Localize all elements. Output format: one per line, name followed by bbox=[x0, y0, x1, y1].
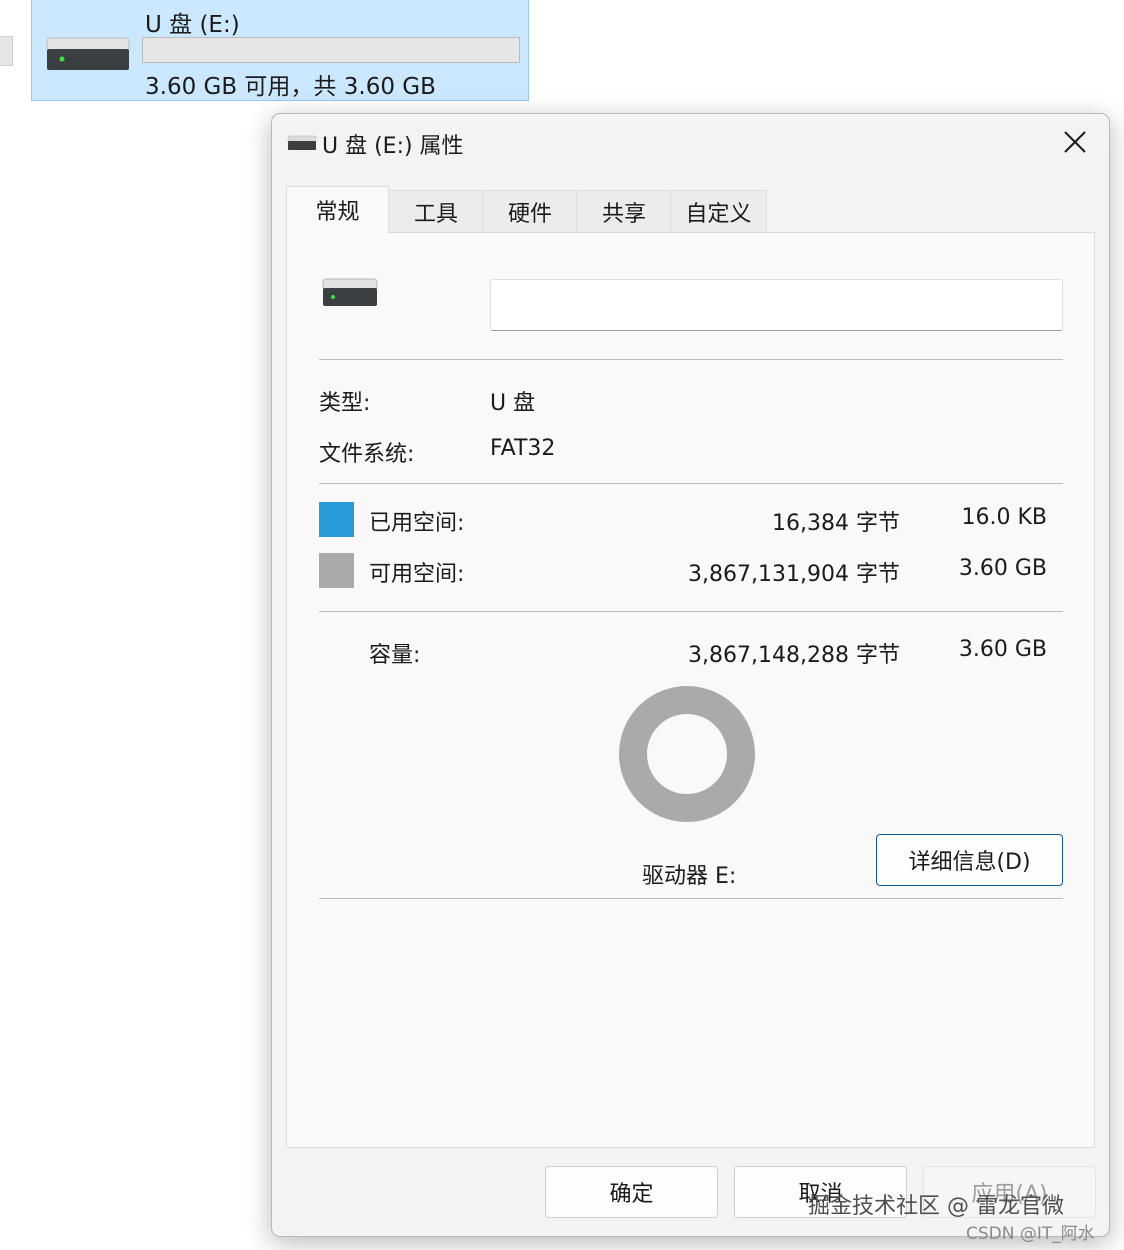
explorer-edge bbox=[0, 36, 13, 66]
watermark-juejin: 掘金技术社区 @ 雷龙官微 bbox=[808, 1194, 1064, 1219]
capacity-bytes: 3,867,148,288 字节 bbox=[688, 643, 900, 668]
details-button[interactable]: 详细信息(D) bbox=[876, 834, 1063, 886]
free-space-swatch bbox=[319, 553, 354, 588]
watermark-csdn: CSDN @IT_阿水 bbox=[966, 1224, 1095, 1244]
drive-icon bbox=[46, 37, 130, 70]
donut-free-ring bbox=[619, 686, 755, 822]
close-icon bbox=[1064, 131, 1086, 153]
free-space-label: 可用空间: bbox=[369, 562, 465, 587]
capacity-size: 3.60 GB bbox=[958, 637, 1047, 662]
filesystem-label: 文件系统: bbox=[319, 442, 415, 467]
type-label: 类型: bbox=[319, 391, 371, 416]
volume-label-input[interactable] bbox=[490, 279, 1063, 331]
drive-letter-label: 驱动器 E: bbox=[642, 864, 737, 889]
tab-hardware[interactable]: 硬件 bbox=[482, 190, 578, 232]
tab-sharing[interactable]: 共享 bbox=[576, 190, 672, 232]
general-panel: 类型: U 盘 文件系统: FAT32 已用空间: 16,384 字节 16.0… bbox=[286, 232, 1095, 1148]
tab-general[interactable]: 常规 bbox=[286, 186, 389, 233]
drive-icon bbox=[322, 278, 378, 306]
tile-usage-bar bbox=[142, 37, 520, 63]
free-space-size: 3.60 GB bbox=[958, 556, 1047, 581]
used-space-bytes: 16,384 字节 bbox=[772, 511, 900, 536]
used-space-size: 16.0 KB bbox=[961, 505, 1048, 530]
ok-button[interactable]: 确定 bbox=[545, 1166, 718, 1218]
divider bbox=[319, 359, 1063, 360]
capacity-label: 容量: bbox=[369, 643, 421, 668]
properties-dialog: U 盘 (E:) 属性 常规 工具 硬件 共享 自定义 类型: U 盘 文件系统… bbox=[271, 113, 1110, 1237]
used-space-label: 已用空间: bbox=[369, 511, 465, 536]
divider bbox=[319, 898, 1063, 899]
dialog-title: U 盘 (E:) 属性 bbox=[322, 134, 464, 159]
tile-drive-name: U 盘 (E:) bbox=[145, 12, 240, 38]
tile-free-space: 3.60 GB 可用，共 3.60 GB bbox=[145, 74, 436, 100]
free-space-bytes: 3,867,131,904 字节 bbox=[688, 562, 900, 587]
filesystem-value: FAT32 bbox=[490, 436, 556, 461]
type-value: U 盘 bbox=[490, 391, 536, 416]
used-space-swatch bbox=[319, 502, 354, 537]
drive-icon bbox=[287, 135, 317, 150]
led-icon bbox=[331, 295, 335, 299]
close-button[interactable] bbox=[1041, 114, 1109, 170]
explorer-drive-tile[interactable]: U 盘 (E:) 3.60 GB 可用，共 3.60 GB bbox=[31, 0, 529, 101]
divider bbox=[319, 611, 1063, 612]
title-bar[interactable]: U 盘 (E:) 属性 bbox=[272, 114, 1109, 172]
tab-customize[interactable]: 自定义 bbox=[670, 190, 767, 232]
usage-donut-chart bbox=[619, 685, 755, 822]
tab-tools[interactable]: 工具 bbox=[388, 190, 484, 232]
divider bbox=[319, 483, 1063, 484]
